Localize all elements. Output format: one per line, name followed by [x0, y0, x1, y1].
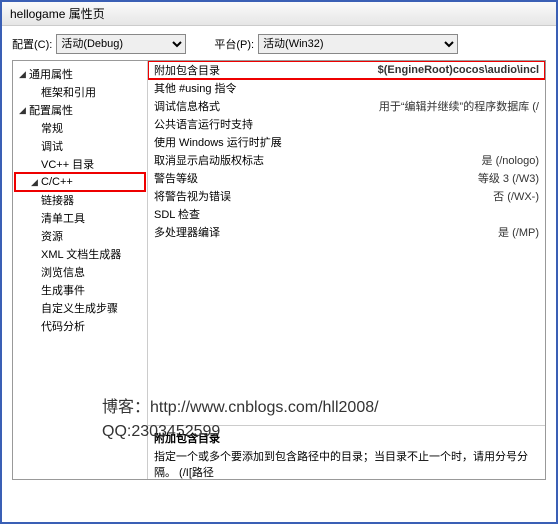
property-value: 是 (/nologo): [298, 152, 545, 168]
property-row-7[interactable]: 将警告视为错误否 (/WX-): [148, 187, 545, 205]
property-row-3[interactable]: 公共语言运行时支持: [148, 115, 545, 133]
tree-item-label: C/C++: [41, 176, 73, 188]
property-value: 用于“编辑并继续”的程序数据库 (/: [298, 98, 545, 114]
property-key: 将警告视为错误: [148, 188, 298, 204]
tree-item-5[interactable]: VC++ 目录: [15, 155, 145, 173]
tree-item-6[interactable]: ◢C/C++: [15, 173, 145, 191]
watermark-overlay: 博客：http://www.cnblogs.com/hll2008/ QQ:23…: [102, 396, 379, 444]
property-row-5[interactable]: 取消显示启动版权标志是 (/nologo): [148, 151, 545, 169]
property-value: 等级 3 (/W3): [298, 170, 545, 186]
platform-label: 平台(P):: [214, 36, 254, 52]
property-key: 取消显示启动版权标志: [148, 152, 298, 168]
tree-item-label: 资源: [41, 228, 63, 244]
caret-down-icon: ◢: [31, 177, 41, 188]
watermark-qq: QQ:2303452599: [102, 420, 379, 444]
property-key: 其他 #using 指令: [148, 80, 298, 96]
property-key: SDL 检查: [148, 206, 298, 222]
tree-item-8[interactable]: 清单工具: [15, 209, 145, 227]
window-title: hellogame 属性页: [2, 2, 556, 26]
property-key: 附加包含目录: [148, 62, 298, 78]
tree-item-label: VC++ 目录: [41, 156, 94, 172]
tree-item-label: 配置属性: [29, 102, 73, 118]
tree-item-label: 框架和引用: [41, 84, 96, 100]
tree-item-label: 通用属性: [29, 66, 73, 82]
property-key: 使用 Windows 运行时扩展: [148, 134, 298, 150]
property-key: 警告等级: [148, 170, 298, 186]
tree-item-label: 代码分析: [41, 318, 85, 334]
config-select[interactable]: 活动(Debug): [56, 34, 186, 54]
property-row-4[interactable]: 使用 Windows 运行时扩展: [148, 133, 545, 151]
tree-item-label: 链接器: [41, 192, 74, 208]
tree-item-14[interactable]: 代码分析: [15, 317, 145, 335]
property-row-6[interactable]: 警告等级等级 3 (/W3): [148, 169, 545, 187]
property-key: 多处理器编译: [148, 224, 298, 240]
property-grid[interactable]: 附加包含目录$(EngineRoot)cocos\audio\incl其他 #u…: [148, 61, 545, 425]
tree-item-9[interactable]: 资源: [15, 227, 145, 245]
property-key: 公共语言运行时支持: [148, 116, 298, 132]
tree-item-label: 常规: [41, 120, 63, 136]
watermark-blog: 博客：http://www.cnblogs.com/hll2008/: [102, 396, 379, 420]
tree-item-7[interactable]: 链接器: [15, 191, 145, 209]
property-value: 否 (/WX-): [298, 188, 545, 204]
config-row: 配置(C): 活动(Debug) 平台(P): 活动(Win32): [12, 34, 546, 54]
tree-item-0[interactable]: ◢通用属性: [15, 65, 145, 83]
tree-item-11[interactable]: 浏览信息: [15, 263, 145, 281]
tree-item-label: 自定义生成步骤: [41, 300, 118, 316]
tree-item-12[interactable]: 生成事件: [15, 281, 145, 299]
caret-down-icon: ◢: [19, 105, 29, 116]
tree-item-label: 清单工具: [41, 210, 85, 226]
platform-select[interactable]: 活动(Win32): [258, 34, 458, 54]
tree-item-10[interactable]: XML 文档生成器: [15, 245, 145, 263]
tree-item-13[interactable]: 自定义生成步骤: [15, 299, 145, 317]
property-pages-dialog: hellogame 属性页 配置(C): 活动(Debug) 平台(P): 活动…: [0, 0, 558, 524]
config-label: 配置(C):: [12, 36, 52, 52]
tree-item-4[interactable]: 调试: [15, 137, 145, 155]
property-row-0[interactable]: 附加包含目录$(EngineRoot)cocos\audio\incl: [148, 61, 545, 79]
property-row-1[interactable]: 其他 #using 指令: [148, 79, 545, 97]
property-row-9[interactable]: 多处理器编译是 (/MP): [148, 223, 545, 241]
property-row-2[interactable]: 调试信息格式用于“编辑并继续”的程序数据库 (/: [148, 97, 545, 115]
tree-item-label: XML 文档生成器: [41, 246, 121, 262]
tree-item-label: 浏览信息: [41, 264, 85, 280]
property-row-8[interactable]: SDL 检查: [148, 205, 545, 223]
caret-down-icon: ◢: [19, 69, 29, 80]
tree-item-label: 调试: [41, 138, 63, 154]
property-value: $(EngineRoot)cocos\audio\incl: [298, 64, 545, 76]
tree-item-3[interactable]: 常规: [15, 119, 145, 137]
property-key: 调试信息格式: [148, 98, 298, 114]
tree-item-1[interactable]: 框架和引用: [15, 83, 145, 101]
tree-item-2[interactable]: ◢配置属性: [15, 101, 145, 119]
property-value: 是 (/MP): [298, 224, 545, 240]
tree-item-label: 生成事件: [41, 282, 85, 298]
description-text: 指定一个或多个要添加到包含路径中的目录；当目录不止一个时，请用分号分隔。 (/I…: [154, 448, 539, 480]
